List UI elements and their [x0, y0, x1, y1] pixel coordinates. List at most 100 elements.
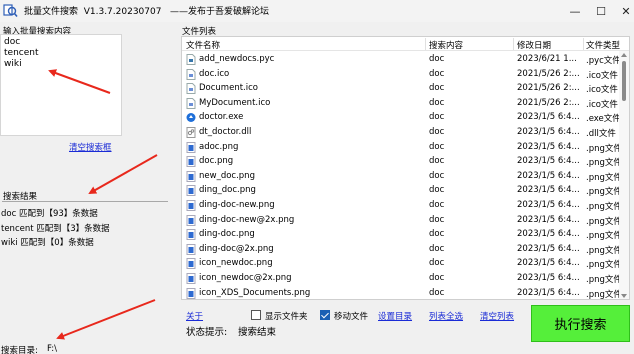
table-row[interactable]: icon_newdoc@2x.png doc 2023/1/5 6:4... .png… — [182, 271, 621, 286]
close-button[interactable]: ✕ — [611, 0, 634, 22]
table-row[interactable]: ding-doc.png doc 2023/1/5 6:4... .png文件 — [182, 227, 621, 242]
file-name-cell: add_newdocs.pyc — [199, 54, 275, 64]
move-files-checkbox[interactable] — [320, 310, 330, 320]
type-cell: .png文件 — [586, 158, 621, 169]
png-file-icon — [186, 258, 196, 270]
date-cell: 2023/1/5 6:4... — [517, 141, 580, 152]
table-row[interactable]: ding-doc-new.png doc 2023/1/5 6:4... .png文件 — [182, 198, 621, 213]
vertical-scrollbar[interactable] — [619, 51, 629, 299]
table-row[interactable]: add_newdocs.pyc doc 2023/6/21 1... .pyc文件 — [182, 52, 621, 67]
clear-search-link[interactable]: 清空搜索框 — [69, 141, 112, 153]
date-cell: 2021/5/26 2:... — [517, 97, 580, 108]
file-name-cell: doc.png — [199, 156, 234, 167]
search-textarea[interactable]: doc tencent wiki — [0, 34, 122, 136]
select-all-link[interactable]: 列表全选 — [429, 310, 463, 322]
column-header-name[interactable]: 文件名称 — [186, 39, 220, 51]
column-divider[interactable] — [513, 38, 514, 50]
table-row[interactable]: icon_newdoc.png doc 2023/1/5 6:4... .png文件 — [182, 256, 621, 271]
date-cell: 2023/1/5 6:4... — [517, 185, 580, 196]
table-row[interactable]: doctor.exe doc 2023/1/5 6:4... .exe文件 — [182, 110, 621, 125]
date-cell: 2023/1/5 6:4... — [517, 229, 580, 240]
keyword-cell: doc — [429, 185, 445, 196]
table-row[interactable]: dt_doctor.dll doc 2023/1/5 6:4... .dll文件 — [182, 125, 618, 140]
show-folders-label: 显示文件夹 — [265, 312, 308, 322]
file-name-cell: doc.ico — [199, 68, 230, 79]
column-divider[interactable] — [583, 38, 584, 50]
date-cell: 2023/1/5 6:4... — [517, 258, 580, 269]
file-name-cell: icon_XDS_Documents.png — [199, 287, 311, 298]
table-row[interactable]: doc.ico doc 2021/5/26 2:... .ico文件 — [182, 67, 618, 82]
app-logo-icon — [3, 4, 18, 18]
date-cell: 2023/1/5 6:4... — [517, 156, 580, 167]
type-cell: .ico文件 — [586, 85, 618, 96]
table-row[interactable]: ding-doc@2x.png doc 2023/1/5 6:4... .png文件 — [182, 242, 621, 257]
table-row[interactable]: ding_doc.png doc 2023/1/5 6:4... .png文件 — [182, 183, 621, 198]
file-name-cell: ding-doc-new@2x.png — [199, 214, 295, 225]
png-file-icon — [186, 287, 196, 299]
type-cell: .png文件 — [586, 260, 621, 271]
table-row[interactable]: new_doc.png doc 2023/1/5 6:4... .png文件 — [182, 169, 621, 184]
file-name-cell: ding-doc.png — [199, 229, 255, 240]
scroll-up-icon[interactable] — [621, 53, 627, 57]
png-file-icon — [186, 185, 196, 197]
date-cell: 2021/5/26 2:... — [517, 83, 580, 94]
table-row[interactable]: icon_XDS_Documents.png doc 2023/1/5 6:4...… — [182, 286, 621, 299]
type-cell: .png文件 — [586, 245, 621, 256]
scroll-down-icon[interactable] — [621, 294, 627, 298]
type-cell: .png文件 — [586, 187, 621, 198]
date-cell: 2023/1/5 6:4... — [517, 272, 580, 283]
clear-list-link[interactable]: 清空列表 — [480, 310, 514, 322]
exe-file-icon — [186, 113, 196, 123]
scroll-thumb[interactable] — [622, 61, 626, 101]
result-line: wiki 匹配到【0】条数据 — [1, 238, 94, 248]
column-header-keyword[interactable]: 搜索内容 — [429, 39, 463, 51]
table-row[interactable]: adoc.png doc 2023/1/5 6:4... .png文件 — [182, 140, 621, 155]
file-name-cell: dt_doctor.dll — [199, 126, 252, 137]
set-directory-link[interactable]: 设置目录 — [378, 310, 412, 322]
icon-file-icon — [186, 83, 196, 95]
show-folders-checkbox[interactable] — [251, 310, 261, 320]
file-name-cell: doctor.exe — [199, 112, 244, 123]
icon-file-icon — [186, 68, 196, 80]
execute-search-button[interactable]: 执行搜索 — [531, 305, 630, 342]
date-cell: 2023/1/5 6:4... — [517, 214, 580, 225]
python-file-icon — [186, 54, 196, 65]
column-header-date[interactable]: 修改日期 — [517, 39, 551, 51]
table-row[interactable]: ding-doc-new@2x.png doc 2023/1/5 6:4... .pn… — [182, 213, 621, 228]
search-line: tencent — [4, 48, 39, 58]
png-file-icon — [186, 229, 196, 241]
file-list-header: 文件名称 搜索内容 修改日期 文件类型 — [182, 37, 629, 51]
file-name-cell: MyDocument.ico — [199, 97, 271, 108]
date-cell: 2021/5/26 2:... — [517, 68, 580, 79]
type-cell: .ico文件 — [586, 99, 618, 110]
column-header-type[interactable]: 文件类型 — [586, 39, 620, 51]
keyword-cell: doc — [429, 214, 445, 225]
table-row[interactable]: Document.ico doc 2021/5/26 2:... .ico文件 — [182, 81, 618, 96]
table-row[interactable]: MyDocument.ico doc 2021/5/26 2:... .ico文件 — [182, 96, 618, 111]
status-value: 搜索结束 — [238, 327, 277, 338]
png-file-icon — [186, 199, 196, 211]
search-line: doc — [4, 37, 21, 47]
png-file-icon — [186, 170, 196, 182]
file-list[interactable]: 文件名称 搜索内容 修改日期 文件类型 add_newdocs.pyc doc 20… — [181, 36, 630, 300]
keyword-cell: doc — [429, 272, 445, 283]
png-file-icon — [186, 243, 196, 255]
type-cell: .pyc文件 — [586, 56, 621, 66]
keyword-cell: doc — [429, 54, 445, 64]
column-divider[interactable] — [425, 38, 426, 50]
file-rows: add_newdocs.pyc doc 2023/6/21 1... .pyc文件 do… — [182, 52, 621, 299]
file-name-cell: ding-doc@2x.png — [199, 243, 274, 254]
keyword-cell: doc — [429, 112, 445, 123]
table-row[interactable]: doc.png doc 2023/1/5 6:4... .png文件 — [182, 154, 621, 169]
results-divider — [2, 201, 168, 202]
keyword-cell: doc — [429, 243, 445, 254]
search-dir-label: 搜索目录: — [1, 346, 38, 354]
type-cell: .png文件 — [586, 143, 621, 154]
date-cell: 2023/1/5 6:4... — [517, 199, 580, 210]
title-bar: 批量文件搜索 V1.3.7.20230707 ——发布于吾爱破解论坛 — ☐ ✕ — [0, 0, 634, 22]
keyword-cell: doc — [429, 97, 445, 108]
file-name-cell: adoc.png — [199, 141, 239, 152]
file-name-cell: ding-doc-new.png — [199, 199, 275, 210]
keyword-cell: doc — [429, 68, 445, 79]
about-link[interactable]: 关于 — [186, 310, 203, 322]
